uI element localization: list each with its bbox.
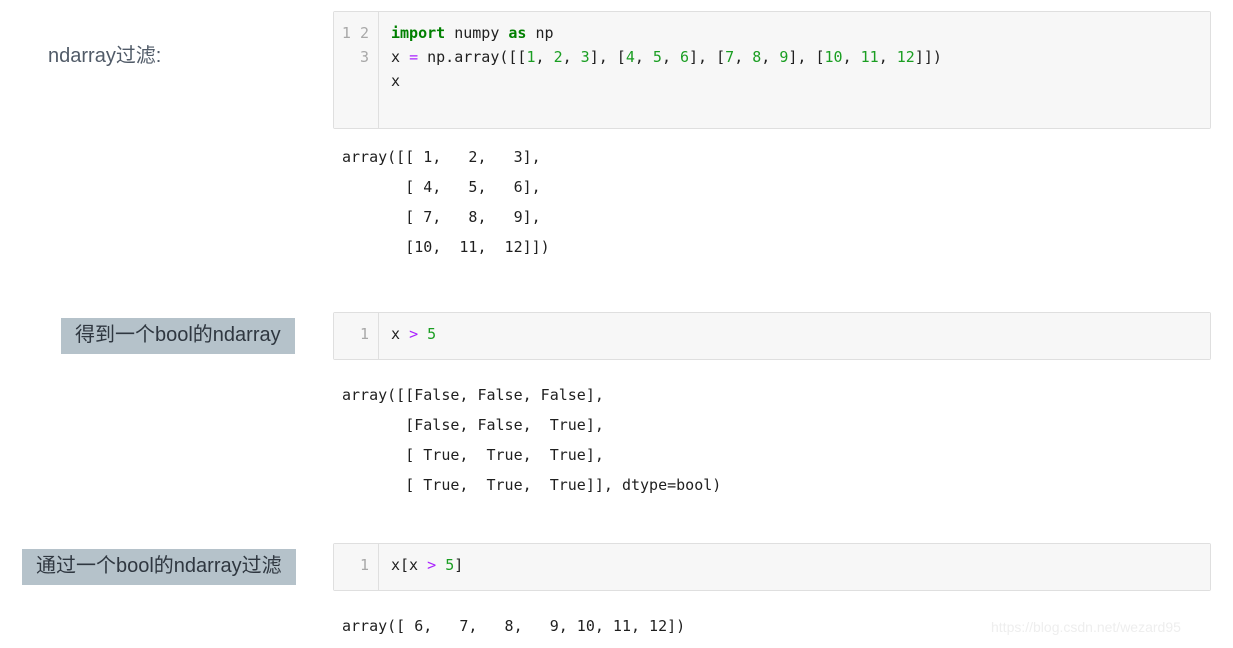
annotation-get-bool-ndarray: 得到一个bool的ndarray: [61, 318, 295, 354]
code-cell-1[interactable]: 1 2 3 import numpy as np x = np.array([[…: [333, 11, 1211, 129]
code-cell-1-source[interactable]: import numpy as np x = np.array([[1, 2, …: [379, 12, 1210, 128]
code-cell-2[interactable]: 1 x > 5: [333, 312, 1211, 360]
watermark: https://blog.csdn.net/wezard95: [991, 619, 1181, 635]
output-2: array([[False, False, False], [False, Fa…: [342, 386, 722, 494]
output-1: array([[ 1, 2, 3], [ 4, 5, 6], [ 7, 8, 9…: [342, 148, 550, 256]
output-3: array([ 6, 7, 8, 9, 10, 11, 12]): [342, 617, 686, 635]
annotation-filter-by-bool-ndarray: 通过一个bool的ndarray过滤: [22, 549, 296, 585]
code-cell-3[interactable]: 1 x[x > 5]: [333, 543, 1211, 591]
code-cell-2-line-numbers: 1: [334, 313, 379, 359]
code-cell-1-line-numbers: 1 2 3: [334, 12, 379, 128]
code-cell-3-source[interactable]: x[x > 5]: [379, 544, 1210, 590]
code-cell-3-line-numbers: 1: [334, 544, 379, 590]
annotation-ndarray-filter: ndarray过滤:: [48, 45, 162, 67]
code-cell-2-source[interactable]: x > 5: [379, 313, 1210, 359]
